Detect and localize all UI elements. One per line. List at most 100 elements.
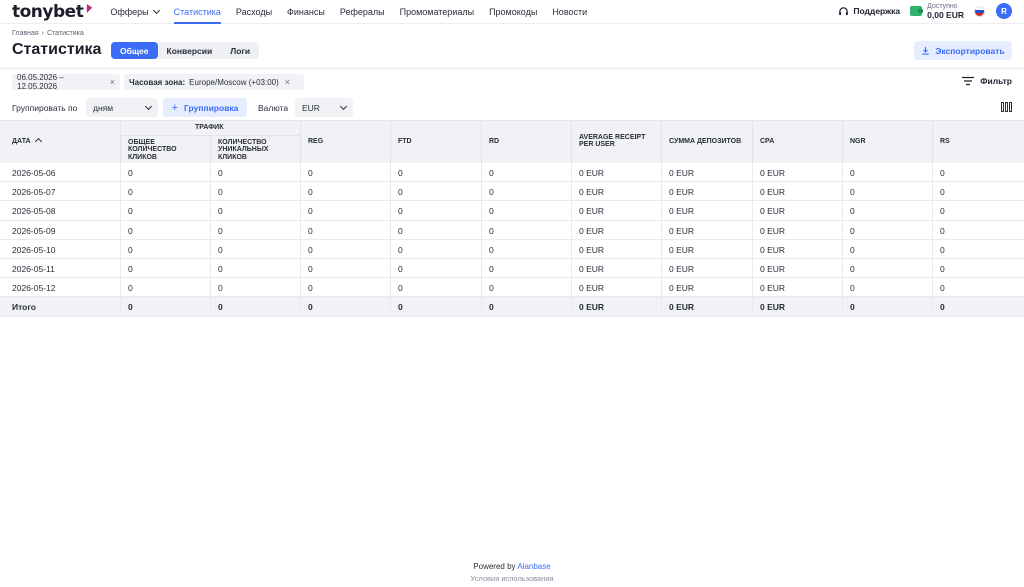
close-icon[interactable]: × [110, 77, 115, 87]
table-cell: 0 [940, 187, 945, 198]
nav-item-label: Промоматериалы [399, 6, 475, 17]
table-cell: 0 [308, 283, 313, 294]
table-cell: 0 [218, 187, 223, 198]
col-ngr-header[interactable]: NGR [850, 138, 866, 145]
export-button[interactable]: Экспортировать [914, 41, 1012, 60]
nav-item-label: Рефералы [339, 6, 385, 17]
table-cell: 0 EUR [669, 206, 695, 217]
currency-label: Валюта [258, 103, 289, 113]
statistics-table: ДАТА ТРАФИК ОБЩЕЕ КОЛИЧЕСТВО КЛИКОВ КОЛИ… [0, 120, 1024, 317]
tab-general[interactable]: Общее [111, 42, 158, 59]
currency-select[interactable]: EUR [295, 98, 353, 117]
nav-item-news[interactable]: Новости [552, 0, 587, 24]
table-cell: 0 EUR [760, 244, 786, 255]
col-reg-header[interactable]: REG [308, 138, 323, 145]
table-cell: 0 [218, 302, 223, 313]
balance-value: 0,00 EUR [927, 9, 964, 20]
user-avatar[interactable]: R [996, 3, 1012, 20]
col-date-header[interactable]: ДАТА [12, 137, 42, 146]
timezone-label: Часовая зона: [129, 77, 186, 87]
table-cell: 0 [940, 263, 945, 274]
columns-settings-icon[interactable] [1000, 102, 1012, 112]
support-label: Поддержка [853, 6, 901, 17]
table-cell: 0 EUR [579, 168, 605, 178]
headset-icon [839, 7, 849, 16]
group-by-select[interactable]: дням [86, 98, 158, 117]
table-cell: 0 EUR [760, 168, 786, 178]
chevron-down-icon [339, 102, 348, 110]
support-link[interactable]: Поддержка [838, 6, 900, 17]
table-cell: 0 [308, 187, 313, 198]
breadcrumb: Главная › Статистика [12, 30, 84, 37]
table-cell-date: Итого [12, 302, 36, 313]
timezone-chip[interactable]: Часовая зона: Europe/Moscow (+03:00) × [124, 74, 304, 90]
nav-item-promo-materials[interactable]: Промоматериалы [400, 0, 474, 24]
export-label: Экспортировать [935, 45, 1005, 56]
table-cell: 0 [128, 263, 133, 274]
table-cell: 0 EUR [579, 244, 605, 255]
col-deposits-header[interactable]: СУММА ДЕПОЗИТОВ [669, 138, 741, 145]
table-cell: 0 [489, 283, 494, 294]
filter-label: Фильтр [980, 76, 1012, 86]
table-cell: 0 [308, 206, 313, 217]
table-cell: 0 [128, 187, 133, 198]
table-cell: 0 [850, 225, 855, 236]
table-cell: 0 [489, 244, 494, 255]
col-ftd-header[interactable]: FTD [398, 138, 412, 145]
breadcrumb-home[interactable]: Главная [12, 30, 39, 37]
table-cell: 0 [128, 206, 133, 217]
table-cell: 0 [218, 206, 223, 217]
currency-value: EUR [302, 102, 320, 113]
nav-item-statistics[interactable]: Статистика [173, 0, 222, 24]
vendor-link[interactable]: Alanbase [517, 562, 550, 571]
table-cell: 0 EUR [669, 168, 695, 178]
table-cell: 0 [308, 244, 313, 255]
table-cell: 0 [398, 263, 403, 274]
col-rd-header[interactable]: RD [489, 138, 499, 145]
table-cell: 0 [128, 302, 133, 313]
table-row: 2026-05-08 0 0 0 0 0 0 EUR 0 EUR 0 EUR 0 0 [0, 201, 1024, 221]
table-cell: 0 [308, 302, 313, 313]
table-cell-date: 2026-05-10 [12, 244, 56, 255]
table-cell-date: 2026-05-07 [12, 187, 56, 198]
col-cpa-header[interactable]: CPA [760, 138, 774, 145]
main-nav: Офферы Статистика Расходы Финансы Рефера… [110, 0, 602, 24]
table-cell-date: 2026-05-12 [12, 283, 56, 294]
table-cell: 0 [489, 168, 494, 178]
table-cell: 0 EUR [760, 187, 786, 198]
col-clicks-header[interactable]: ОБЩЕЕ КОЛИЧЕСТВО КЛИКОВ [128, 139, 200, 161]
table-cell: 0 [850, 206, 855, 217]
nav-item-offers[interactable]: Офферы [110, 0, 160, 24]
table-cell: 0 EUR [669, 187, 695, 198]
col-arpu-header[interactable]: AVERAGE RECEIPT PER USER [579, 134, 655, 149]
balance-widget[interactable]: Доступно 0,00 EUR [910, 3, 964, 19]
col-unique-clicks-header[interactable]: КОЛИЧЕСТВО УНИКАЛЬНЫХ КЛИКОВ [218, 139, 290, 161]
table-cell: 0 EUR [669, 225, 695, 236]
nav-item-promocodes[interactable]: Промокоды [489, 0, 537, 24]
table-cell: 0 [489, 187, 494, 198]
table-cell: 0 [398, 187, 403, 198]
tab-logs[interactable]: Логи [221, 42, 259, 59]
language-flag-icon[interactable] [974, 5, 985, 17]
col-rs-header[interactable]: RS [940, 138, 950, 145]
tab-conversions[interactable]: Конверсии [158, 42, 222, 59]
table-body: 2026-05-06 0 0 0 0 0 0 EUR 0 EUR 0 EUR 0 0 2026-05-… [0, 163, 1024, 317]
table-cell: 0 EUR [669, 283, 695, 294]
date-range-chip[interactable]: 06.05.2026 – 12.05.2026 × [12, 73, 120, 91]
table-cell-date: 2026-05-11 [12, 263, 55, 274]
table-cell: 0 EUR [760, 206, 786, 217]
filter-button[interactable]: Фильтр [961, 76, 1012, 86]
table-cell-date: 2026-05-08 [12, 206, 56, 217]
table-cell: 0 EUR [760, 302, 786, 313]
add-grouping-button[interactable]: + Группировка [163, 98, 247, 117]
nav-item-finance[interactable]: Финансы [287, 0, 325, 24]
table-cell: 0 [489, 206, 494, 217]
nav-item-expenses[interactable]: Расходы [236, 0, 272, 24]
close-icon[interactable]: × [285, 77, 290, 87]
brand-logo[interactable]: tonybet [12, 2, 94, 22]
table-cell: 0 [489, 302, 494, 313]
table-cell-date: 2026-05-06 [12, 168, 56, 178]
nav-item-referrals[interactable]: Рефералы [340, 0, 385, 24]
terms-link[interactable]: Условия использования [0, 574, 1024, 583]
table-cell: 0 [850, 168, 855, 178]
